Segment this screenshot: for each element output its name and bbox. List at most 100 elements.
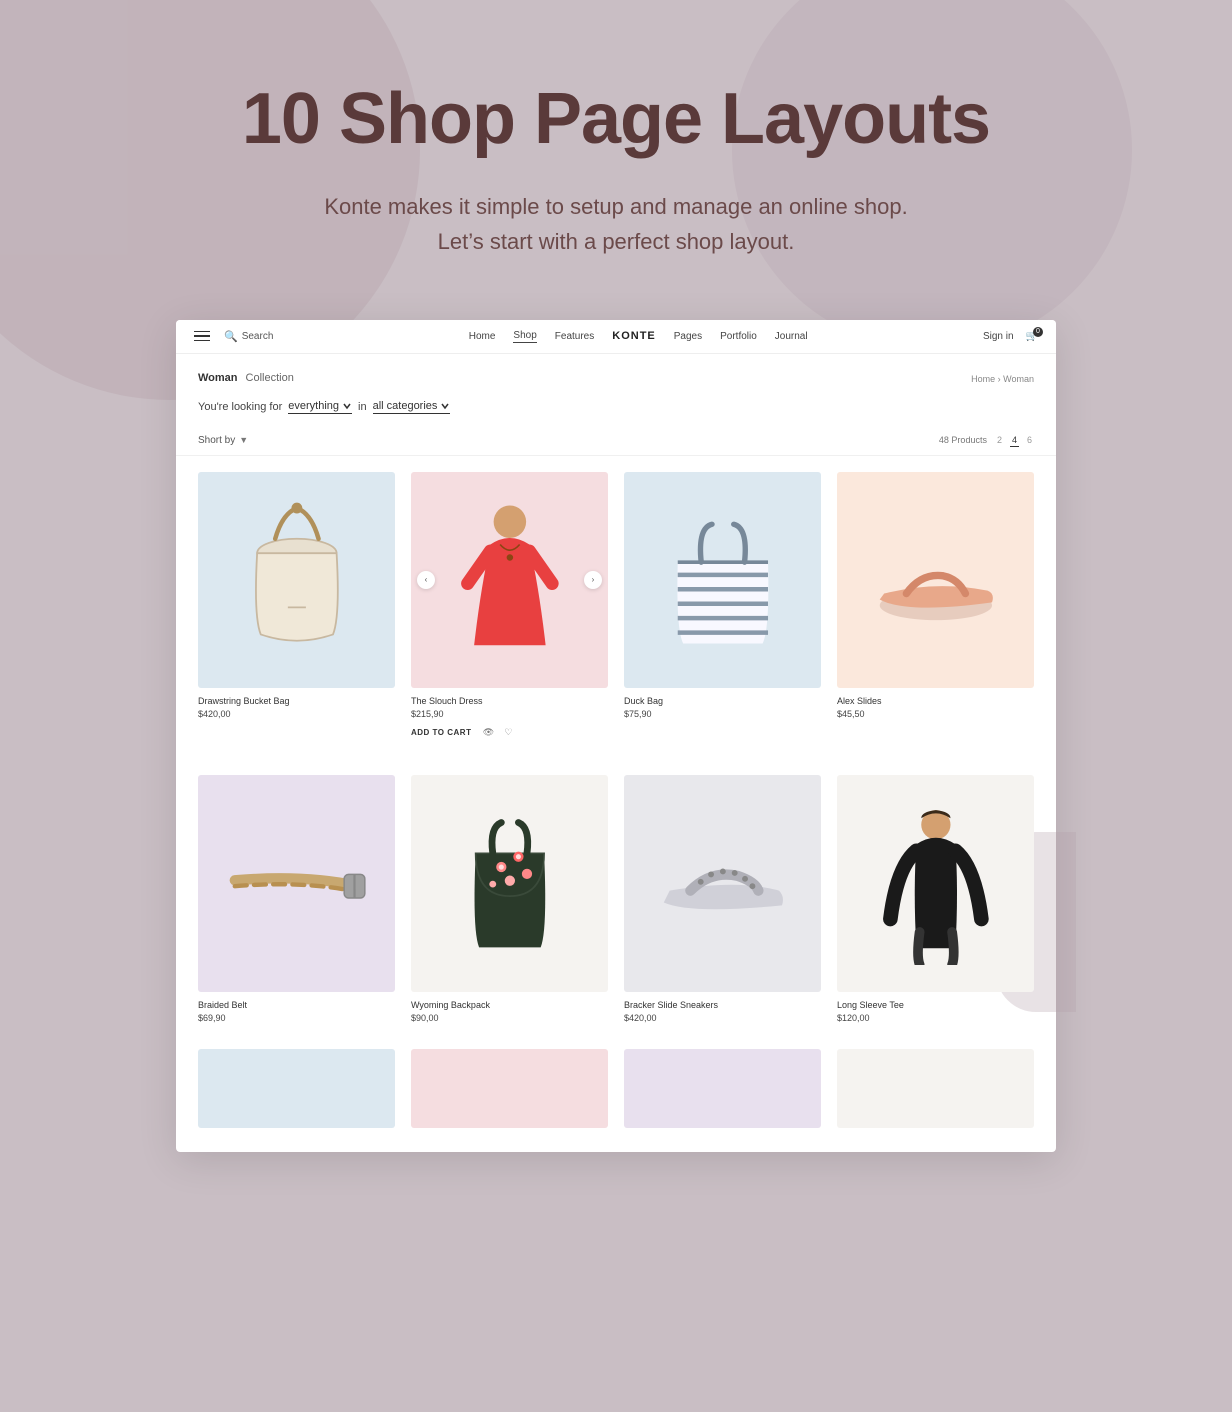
product-price-6: $90,00	[411, 1013, 608, 1023]
product-price-1: $420,00	[198, 709, 395, 719]
quickview-icon[interactable]: 👁	[481, 725, 495, 739]
sign-in-link[interactable]: Sign in	[983, 331, 1014, 342]
add-to-cart-btn[interactable]: ADD TO CART	[411, 728, 471, 737]
product-card-2[interactable]: ‹	[403, 466, 616, 750]
breadcrumb-current: Woman	[1003, 374, 1034, 384]
product-card-4[interactable]: Alex Slides $45,50	[829, 466, 1042, 750]
products-count: 48 Products	[939, 435, 987, 445]
breadcrumb-home[interactable]: Home	[971, 374, 995, 384]
col-4-btn[interactable]: 4	[1010, 434, 1019, 447]
backpack-svg	[436, 802, 584, 965]
nav-home[interactable]: Home	[469, 331, 496, 342]
product-name-7: Bracker Slide Sneakers	[624, 1000, 821, 1010]
products-grid-row1: Drawstring Bucket Bag $420,00 ‹	[176, 456, 1056, 760]
filter-dropdown-everything-label: everything	[288, 400, 339, 412]
product-price-4: $45,50	[837, 709, 1034, 719]
wishlist-icon[interactable]: ♡	[501, 725, 515, 739]
product-name-5: Braided Belt	[198, 1000, 395, 1010]
product-name-4: Alex Slides	[837, 696, 1034, 706]
product-img-bg-5	[198, 775, 395, 992]
product-card-10[interactable]	[403, 1043, 616, 1138]
carousel-prev-btn[interactable]: ‹	[417, 571, 435, 589]
product-name-6: Wyoming Backpack	[411, 1000, 608, 1010]
sneaker-svg	[649, 802, 797, 965]
nav-pages[interactable]: Pages	[674, 331, 702, 342]
nav-right: Sign in 🛒 0	[983, 331, 1038, 342]
product-price-5: $69,90	[198, 1013, 395, 1023]
products-grid-row2: Braided Belt $69,90	[176, 759, 1056, 1043]
product-actions: 👁 ♡	[481, 725, 515, 739]
sort-label: Short by	[198, 435, 235, 446]
product-img-9	[198, 1049, 395, 1128]
cart-icon-wrap: 🛒 0	[1026, 331, 1038, 342]
page-title-sub: Collection	[246, 372, 294, 384]
sort-arrow-icon[interactable]: ▼	[239, 435, 248, 445]
add-to-cart-bar: ADD TO CART 👁 ♡	[411, 725, 608, 739]
bag-svg	[223, 499, 371, 662]
hamburger-menu[interactable]	[194, 331, 210, 342]
product-img-4	[837, 472, 1034, 689]
products-grid-row3	[176, 1043, 1056, 1152]
shop-window-wrapper: 🔍 Search Home Shop Features KONTE Pages …	[156, 320, 1076, 1212]
product-img-2: ‹	[411, 472, 608, 689]
tee-svg	[862, 802, 1010, 965]
sort-left: Short by ▼	[198, 435, 248, 446]
product-img-bg-7	[624, 775, 821, 992]
product-img-bg-1	[198, 472, 395, 689]
product-price-8: $120,00	[837, 1013, 1034, 1023]
search-area[interactable]: 🔍 Search	[224, 330, 273, 343]
carousel-next-btn[interactable]: ›	[584, 571, 602, 589]
sandal-svg	[862, 499, 1010, 662]
cart-icon-area[interactable]: 🛒 0	[1026, 331, 1038, 342]
chevron-down-icon	[342, 401, 352, 411]
product-card-11[interactable]	[616, 1043, 829, 1138]
nav-links: Home Shop Features KONTE Pages Portfolio…	[293, 330, 983, 343]
product-card-6[interactable]: Wyoming Backpack $90,00	[403, 769, 616, 1033]
col-6-btn[interactable]: 6	[1025, 434, 1034, 447]
product-card-9[interactable]	[190, 1043, 403, 1138]
nav-portfolio[interactable]: Portfolio	[720, 331, 757, 342]
col-2-btn[interactable]: 2	[995, 434, 1004, 447]
product-card-7[interactable]: Bracker Slide Sneakers $420,00	[616, 769, 829, 1033]
page-title-main: Woman	[198, 372, 238, 384]
product-card-12[interactable]	[829, 1043, 1042, 1138]
shop-window: 🔍 Search Home Shop Features KONTE Pages …	[176, 320, 1056, 1152]
product-price-3: $75,90	[624, 709, 821, 719]
filter-dropdown-categories[interactable]: all categories	[373, 400, 451, 414]
product-card-3[interactable]: Duck Bag $75,90	[616, 466, 829, 750]
hero-subtitle: Konte makes it simple to setup and manag…	[266, 189, 966, 259]
product-img-bg-8	[837, 775, 1034, 992]
nav-shop[interactable]: Shop	[513, 330, 536, 343]
product-price-2: $215,90	[411, 709, 608, 719]
product-img-bg-2	[411, 472, 608, 689]
product-img-3	[624, 472, 821, 689]
chevron-down-icon-2	[440, 401, 450, 411]
belt-svg	[223, 802, 371, 965]
hero-title: 10 Shop Page Layouts	[20, 80, 1212, 159]
hero-subtitle-line1: Konte makes it simple to setup and manag…	[324, 194, 907, 219]
product-price-7: $420,00	[624, 1013, 821, 1023]
product-img-6	[411, 775, 608, 992]
product-name-8: Long Sleeve Tee	[837, 1000, 1034, 1010]
product-img-bg-6	[411, 775, 608, 992]
filter-dropdown-categories-label: all categories	[373, 400, 438, 412]
product-card-1[interactable]: Drawstring Bucket Bag $420,00	[190, 466, 403, 750]
nav-brand[interactable]: KONTE	[612, 330, 656, 342]
tote-svg	[649, 499, 797, 662]
nav-features[interactable]: Features	[555, 331, 594, 342]
filter-in-text: in	[358, 401, 367, 413]
product-img-bg-4	[837, 472, 1034, 689]
sort-bar: Short by ▼ 48 Products 2 4 6	[176, 428, 1056, 456]
product-img-1	[198, 472, 395, 689]
sort-cols: 2 4 6	[995, 434, 1034, 447]
product-name-1: Drawstring Bucket Bag	[198, 696, 395, 706]
product-card-8[interactable]: Long Sleeve Tee $120,00	[829, 769, 1042, 1033]
product-card-5[interactable]: Braided Belt $69,90	[190, 769, 403, 1033]
product-img-7	[624, 775, 821, 992]
product-img-5	[198, 775, 395, 992]
filter-dropdown-everything[interactable]: everything	[288, 400, 352, 414]
product-img-bg-3	[624, 472, 821, 689]
filter-prefix: You're looking for	[198, 401, 282, 413]
nav-journal[interactable]: Journal	[775, 331, 808, 342]
product-img-8	[837, 775, 1034, 992]
